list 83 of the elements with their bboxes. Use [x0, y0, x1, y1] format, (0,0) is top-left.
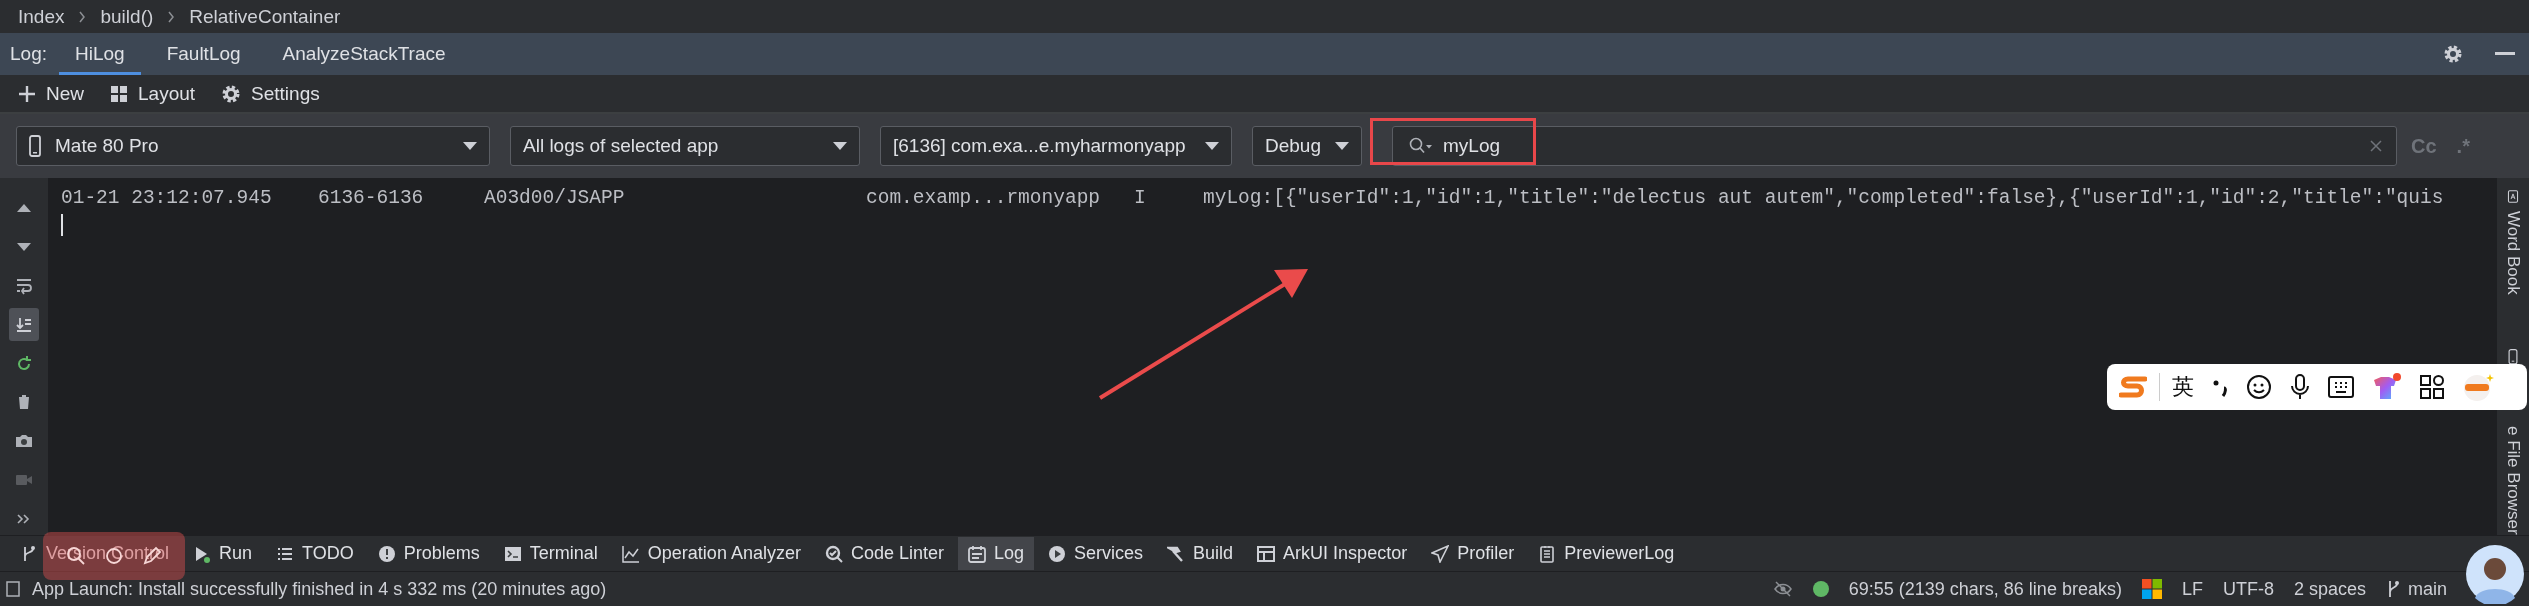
- log-tag: A03d00/JSAPP: [484, 187, 866, 209]
- chevron-icon: [78, 10, 87, 23]
- tool-window-button[interactable]: TODO: [266, 537, 364, 570]
- caret-icon: [833, 142, 847, 150]
- document-icon: [1538, 544, 1557, 563]
- chevron-icon: [167, 10, 176, 23]
- hammer-icon: [1167, 544, 1186, 563]
- text-cursor: [61, 214, 63, 236]
- tool-window-button[interactable]: Operation Analyzer: [611, 537, 811, 570]
- tool-window-button[interactable]: Profiler: [1421, 537, 1525, 570]
- log-time: 01-21 23:12:07.945: [61, 187, 273, 209]
- caret-icon: [1205, 142, 1219, 150]
- table-icon: [1257, 544, 1276, 563]
- s-logo-icon[interactable]: [2119, 376, 2147, 398]
- dropdown[interactable]: All logs of selected app: [510, 126, 860, 166]
- file-encoding[interactable]: UTF-8: [2222, 578, 2274, 600]
- tool-window-button[interactable]: Log: [958, 537, 1035, 570]
- windows-logo-icon[interactable]: [2141, 579, 2162, 599]
- toolbar-button[interactable]: Layout: [138, 82, 196, 105]
- breadcrumb-item[interactable]: RelativeContainer: [189, 5, 341, 28]
- mascot-icon[interactable]: [2462, 372, 2494, 402]
- search-icon: [1409, 137, 1433, 155]
- eye-off-icon[interactable]: [1772, 579, 1793, 599]
- caret-icon: [463, 142, 477, 150]
- git-branch[interactable]: main: [2408, 578, 2447, 600]
- minimize-icon[interactable]: [2495, 52, 2515, 56]
- terminal-icon: [503, 544, 522, 563]
- smiley-icon[interactable]: [2246, 374, 2272, 400]
- shirt-icon[interactable]: [2372, 373, 2402, 401]
- apps-grid-icon[interactable]: [2420, 375, 2444, 399]
- breadcrumb-item[interactable]: build(): [100, 5, 154, 28]
- indent-setting[interactable]: 2 spaces: [2293, 578, 2366, 600]
- status-dot-icon[interactable]: [1812, 581, 1829, 597]
- tool-window-button[interactable]: PreviewerLog: [1528, 537, 1685, 570]
- book-icon[interactable]: [2505, 190, 2521, 203]
- tool-window-button[interactable]: Services: [1038, 537, 1154, 570]
- phone-icon: [29, 135, 41, 157]
- tool-window-button[interactable]: Build: [1157, 537, 1244, 570]
- side-tab[interactable]: Word Book: [2503, 211, 2523, 295]
- dropdown[interactable]: Mate 80 Pro: [16, 126, 490, 166]
- tool-window-button[interactable]: ArkUI Inspector: [1247, 537, 1418, 570]
- tab[interactable]: AnalyzeStackTrace: [266, 33, 462, 75]
- search-field[interactable]: myLog: [1392, 126, 2397, 166]
- microphone-icon[interactable]: [2290, 374, 2310, 400]
- grid-icon: [110, 84, 128, 103]
- caret-icon: [1335, 142, 1349, 150]
- log-pid: 6136-6136: [318, 187, 425, 209]
- scroll-end-icon[interactable]: [9, 308, 39, 342]
- run-icon: [193, 544, 212, 563]
- tool-window-button[interactable]: Code Linter: [814, 537, 954, 570]
- plane-icon: [1431, 544, 1450, 563]
- log-package: com.examp...rmonyapp: [866, 187, 1102, 209]
- log-message: myLog:[{"userId":1,"id":1,"title":"delectus aut autem","completed":false},{"userId":1,"id":2,"title":"quis: [1203, 187, 2444, 209]
- dropdown[interactable]: [6136] com.exa...e.myharmonyapp: [880, 126, 1232, 166]
- play-icon: [1048, 544, 1067, 563]
- branch-icon: [2386, 579, 2400, 599]
- panel-label: Log:: [10, 43, 47, 65]
- gear-icon: [221, 83, 242, 104]
- dropdown[interactable]: Debug: [1252, 126, 1362, 166]
- tool-window-button[interactable]: Run: [183, 537, 263, 570]
- keyboard-icon[interactable]: [2328, 376, 2354, 398]
- line-ending[interactable]: LF: [2181, 578, 2203, 600]
- status-message: App Launch: Install successfully finished in 4 s 332 ms (20 minutes ago): [32, 578, 607, 600]
- alert-icon: [377, 544, 396, 563]
- toolbar-button[interactable]: Settings: [251, 82, 320, 105]
- log-icon: [968, 544, 986, 563]
- settings-icon[interactable]: [2443, 44, 2463, 64]
- search-icon: [824, 544, 843, 563]
- avatar-icon[interactable]: [2465, 544, 2525, 604]
- log-level: I: [1134, 187, 1147, 209]
- chart-icon: [621, 544, 640, 563]
- breadcrumb-item[interactable]: Index: [18, 5, 65, 28]
- caret-position[interactable]: 69:55 (2139 chars, 86 line breaks): [1848, 578, 2122, 600]
- window-icon[interactable]: [6, 580, 20, 598]
- clear-icon[interactable]: [2370, 140, 2382, 152]
- tool-window-button[interactable]: Problems: [367, 537, 490, 570]
- tool-window-button[interactable]: Terminal: [493, 537, 608, 570]
- tab[interactable]: FaultLog: [150, 33, 257, 75]
- toolbar-button[interactable]: New: [46, 82, 84, 105]
- side-tab[interactable]: e File Browser: [2503, 426, 2523, 535]
- phone-icon[interactable]: [2506, 348, 2520, 365]
- plus-icon: [18, 84, 36, 103]
- input-mode-toggle[interactable]: 英: [2172, 372, 2194, 402]
